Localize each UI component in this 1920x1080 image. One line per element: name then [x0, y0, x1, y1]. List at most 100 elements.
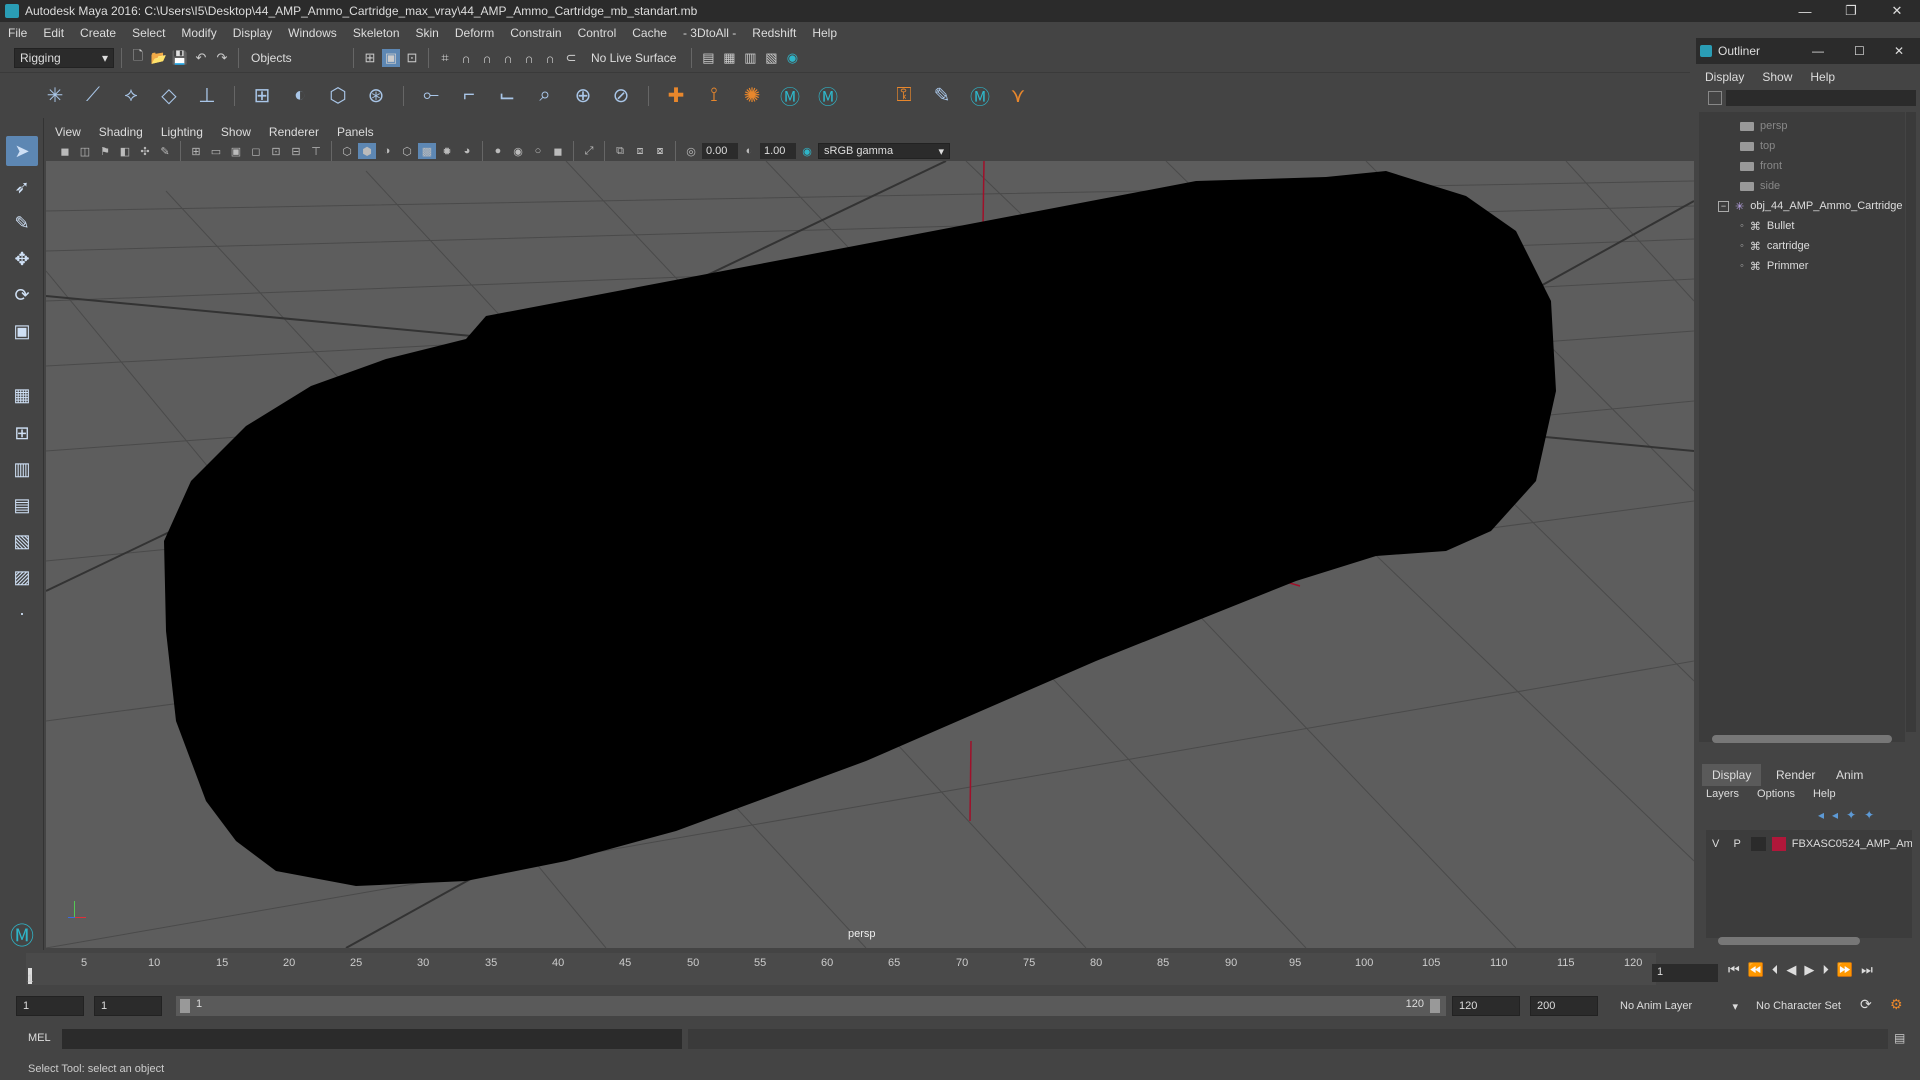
menu-constrain[interactable]: Constrain [502, 26, 569, 40]
outliner-close-icon[interactable]: ✕ [1894, 44, 1904, 58]
xray-joints-icon[interactable]: ⧈ [631, 143, 649, 159]
menu-3dtoall[interactable]: - 3DtoAll - [675, 26, 744, 40]
screen-space-ao-icon[interactable]: ● [489, 143, 507, 159]
current-frame-field[interactable]: 1 [1652, 964, 1718, 982]
select-hierarchy-icon[interactable]: ⊞ [361, 49, 379, 67]
gamma-icon[interactable]: ◐ [740, 143, 758, 159]
outliner-item-group[interactable]: − ✳ obj_44_AMP_Ammo_Cartridge [1718, 197, 1902, 215]
layer-menu-help[interactable]: Help [1813, 788, 1836, 800]
script-editor-icon[interactable]: ▤ [1894, 1031, 1905, 1045]
outliner-menu-help[interactable]: Help [1801, 70, 1844, 84]
scale-tool-icon[interactable]: ▣ [6, 316, 38, 346]
menu-help[interactable]: Help [804, 26, 845, 40]
move-tool-icon[interactable]: ✥ [6, 244, 38, 274]
tab-anim[interactable]: Anim [1826, 764, 1873, 786]
outliner-item-bullet[interactable]: ◦ ⌘ Bullet [1740, 217, 1794, 235]
step-forward-frame-icon[interactable]: ⏵ [1822, 962, 1829, 978]
snap-live-icon[interactable]: ∩ [541, 49, 559, 67]
open-scene-icon[interactable]: 📂 [150, 49, 168, 67]
playback-start-field[interactable]: 1 [94, 996, 162, 1016]
shadows-icon[interactable]: ◕ [458, 143, 476, 159]
set-driven-key-icon[interactable]: ⚿ [889, 81, 919, 111]
outliner-filter-icon[interactable] [1708, 91, 1722, 105]
safe-title-icon[interactable]: ⊤ [307, 143, 325, 159]
wrap-deformer-icon[interactable]: ⊛ [361, 81, 391, 111]
ik-handle-icon[interactable]: ⟋ [78, 81, 108, 111]
outliner-menu-display[interactable]: Display [1696, 70, 1753, 84]
depth-of-field-icon[interactable]: ◼ [549, 143, 567, 159]
collapse-icon[interactable]: · [6, 598, 38, 628]
play-forward-icon[interactable]: ▶ [1804, 962, 1814, 978]
safe-action-icon[interactable]: ⊟ [287, 143, 305, 159]
outliner-item-persp[interactable]: persp [1740, 117, 1788, 135]
tab-display[interactable]: Display [1702, 764, 1762, 786]
menu-select[interactable]: Select [124, 26, 173, 40]
save-scene-icon[interactable]: 💾 [171, 49, 189, 67]
range-start-handle[interactable] [180, 999, 190, 1013]
go-to-start-icon[interactable]: ⏮ [1728, 962, 1740, 978]
layer-display-type[interactable] [1750, 837, 1767, 851]
snap-curve-icon[interactable]: ∩ [457, 49, 475, 67]
vp-menu-lighting[interactable]: Lighting [152, 125, 212, 139]
step-back-frame-icon[interactable]: ⏴ [1772, 962, 1779, 978]
ik-spline-icon[interactable]: ⟡ [116, 81, 146, 111]
outliner-maximize-icon[interactable]: ☐ [1854, 44, 1865, 58]
camera-attributes-icon[interactable]: ◫ [76, 143, 94, 159]
move-layer-down-icon[interactable]: ◂ [1832, 808, 1838, 822]
gate-mask-icon[interactable]: ◻ [247, 143, 265, 159]
layer-visibility-toggle[interactable]: V [1708, 838, 1723, 850]
snap-view-icon[interactable]: ∩ [499, 49, 517, 67]
outliner-item-cartridge[interactable]: ◦ ⌘ cartridge [1740, 237, 1810, 255]
layer-color-swatch[interactable] [1772, 837, 1786, 851]
play-backward-icon[interactable]: ◀ [1786, 962, 1796, 978]
image-plane-icon[interactable]: ◧ [116, 143, 134, 159]
use-all-lights-icon[interactable]: ✹ [438, 143, 456, 159]
sculpt-deformer-icon[interactable]: ◐ [285, 81, 315, 111]
layer-horizontal-scrollbar[interactable] [1718, 937, 1860, 945]
scene-start-field[interactable]: 1 [16, 996, 84, 1016]
new-empty-layer-icon[interactable]: ✦ [1846, 808, 1856, 822]
select-object-icon[interactable]: ▣ [382, 49, 400, 67]
motion-blur-icon[interactable]: ◉ [509, 143, 527, 159]
aim-constraint-icon[interactable]: ⟟ [699, 81, 729, 111]
menuset-dropdown[interactable]: Rigging ▾ [14, 48, 114, 68]
color-management-icon[interactable]: ◉ [798, 143, 816, 159]
menu-control[interactable]: Control [570, 26, 625, 40]
menu-cache[interactable]: Cache [624, 26, 675, 40]
menu-edit[interactable]: Edit [35, 26, 72, 40]
rotate-tool-icon[interactable]: ⟳ [6, 280, 38, 310]
exposure-field[interactable]: 0.00 [702, 143, 738, 159]
add-influence-icon[interactable]: ⊕ [568, 81, 598, 111]
layer-name[interactable]: FBXASC0524_AMP_Amr [1792, 838, 1912, 850]
field-chart-icon[interactable]: ⊡ [267, 143, 285, 159]
cluster-icon[interactable]: ⊞ [247, 81, 277, 111]
perspective-viewport[interactable] [46, 161, 1694, 948]
animation-prefs-icon[interactable]: ⚙ [1890, 996, 1903, 1013]
twod-pan-icon[interactable]: ✣ [136, 143, 154, 159]
mel-input[interactable] [62, 1029, 682, 1049]
character-set-dropdown[interactable]: No Character Set [1740, 996, 1856, 1016]
bookmark-icon[interactable]: ⚑ [96, 143, 114, 159]
undo-icon[interactable]: ↶ [192, 49, 210, 67]
restore-button[interactable]: ❐ [1828, 0, 1874, 22]
menu-deform[interactable]: Deform [447, 26, 502, 40]
gamma-field[interactable]: 1.00 [760, 143, 796, 159]
film-gate-icon[interactable]: ▭ [207, 143, 225, 159]
outliner-vertical-scrollbar[interactable] [1906, 112, 1916, 732]
snap-grid-icon[interactable]: ⌗ [436, 49, 454, 67]
hypershade-layout-icon[interactable]: ▨ [6, 562, 38, 592]
menu-windows[interactable]: Windows [280, 26, 345, 40]
outliner-item-primmer[interactable]: ◦ ⌘ Primmer [1740, 257, 1808, 275]
selection-mask-dropdown[interactable]: Objects [246, 48, 346, 68]
move-layer-up-icon[interactable]: ◂ [1818, 808, 1824, 822]
range-slider[interactable]: 1 120 [176, 996, 1446, 1016]
time-slider[interactable]: 1 5 10 15 20 25 30 35 40 45 50 55 60 65 … [0, 950, 1690, 988]
go-to-end-icon[interactable]: ⏭ [1861, 962, 1873, 978]
wireframe-icon[interactable]: ⬡ [338, 143, 356, 159]
outliner-menu-show[interactable]: Show [1753, 70, 1801, 84]
humanik-define-icon[interactable]: Ⓜ [813, 81, 843, 111]
snap-magnet-icon[interactable]: ⊂ [562, 49, 580, 67]
vp-menu-view[interactable]: View [46, 125, 90, 139]
camera-select-icon[interactable]: ◼ [56, 143, 74, 159]
grid-icon[interactable]: ⊞ [187, 143, 205, 159]
